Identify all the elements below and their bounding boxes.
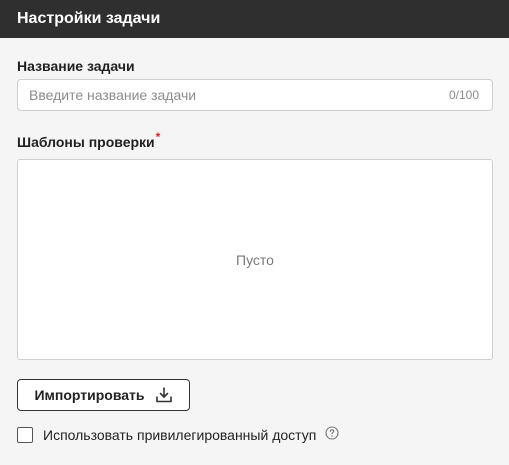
panel-title: Настройки задачи [17, 10, 161, 27]
char-counter: 0/100 [448, 88, 479, 102]
task-name-field[interactable]: 0/100 [17, 79, 493, 111]
download-icon [155, 386, 173, 404]
required-mark: * [155, 130, 161, 144]
templates-label-row: Шаблоны проверки* [17, 130, 160, 150]
help-circle-icon[interactable] [325, 425, 339, 445]
empty-state-text: Пусто [236, 252, 274, 268]
import-button[interactable]: Импортировать [17, 379, 190, 411]
templates-list[interactable]: Пусто [17, 159, 493, 360]
privileged-access-label[interactable]: Использовать привилегированный доступ [43, 427, 316, 443]
templates-label: Шаблоны проверки [17, 134, 155, 150]
privileged-access-checkbox[interactable] [17, 427, 33, 443]
panel-header: Настройки задачи [0, 0, 509, 38]
import-button-label: Импортировать [34, 387, 145, 403]
task-name-label: Название задачи [17, 58, 135, 74]
privileged-access-row: Использовать привилегированный доступ [17, 425, 339, 445]
task-name-input[interactable] [18, 80, 438, 110]
